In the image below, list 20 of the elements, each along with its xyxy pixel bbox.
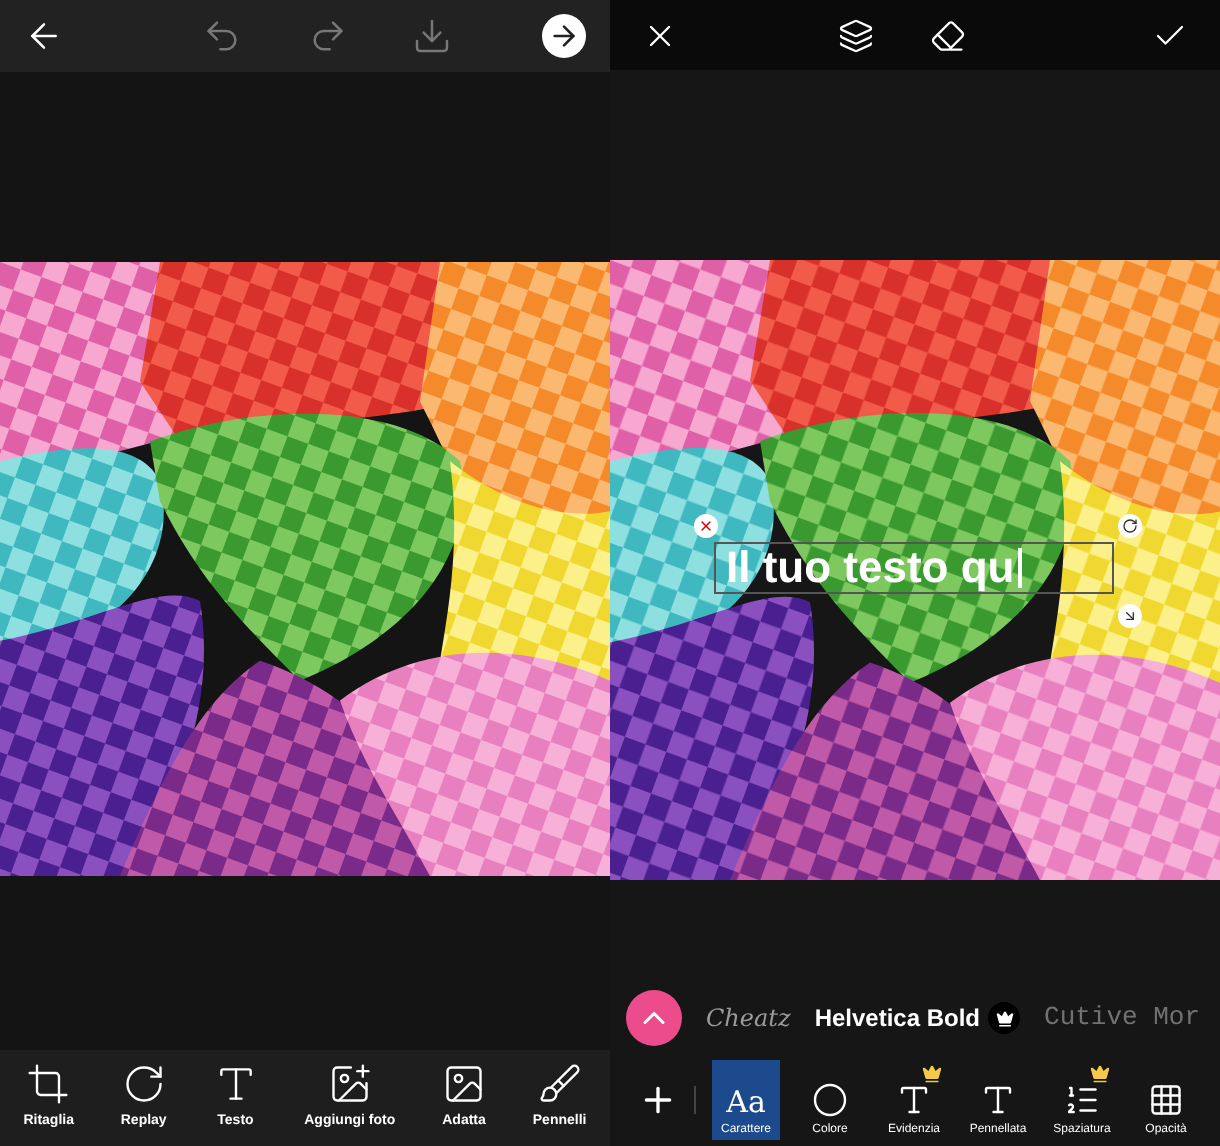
color-icon bbox=[812, 1082, 848, 1118]
spacing-icon bbox=[1064, 1082, 1100, 1118]
crop-icon bbox=[26, 1062, 71, 1107]
add-photo-icon bbox=[327, 1062, 372, 1107]
highlight-icon bbox=[896, 1082, 932, 1118]
font-option[interactable]: Cheatz bbox=[706, 1000, 791, 1036]
font-option[interactable]: Cutive Mor bbox=[1044, 998, 1201, 1038]
expand-button[interactable] bbox=[626, 990, 682, 1046]
arrow-right-icon bbox=[548, 20, 580, 52]
next-button[interactable] bbox=[542, 14, 586, 58]
font-option[interactable]: Helvetica Bold bbox=[814, 1000, 981, 1036]
brushes-icon bbox=[537, 1062, 582, 1107]
text-cursor bbox=[1018, 548, 1022, 588]
stroke-icon bbox=[980, 1082, 1016, 1118]
fit-icon bbox=[442, 1062, 486, 1107]
font-glyph: Aa bbox=[726, 1088, 766, 1118]
layers-icon[interactable] bbox=[838, 17, 874, 53]
eraser-icon[interactable] bbox=[930, 17, 966, 53]
replay-icon bbox=[121, 1062, 166, 1107]
opacity-icon bbox=[1148, 1082, 1184, 1118]
